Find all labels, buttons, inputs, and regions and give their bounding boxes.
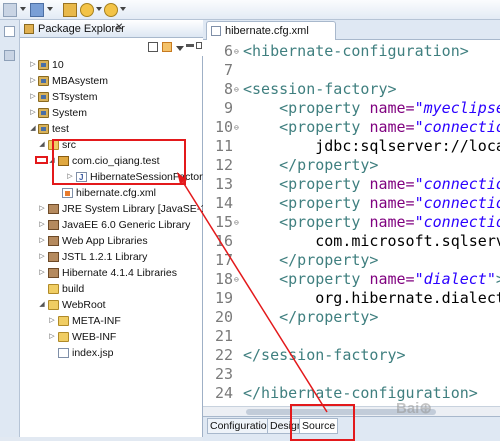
annotation-arrow [177,172,328,413]
watermark-logo: Bai⊕ [396,400,432,417]
